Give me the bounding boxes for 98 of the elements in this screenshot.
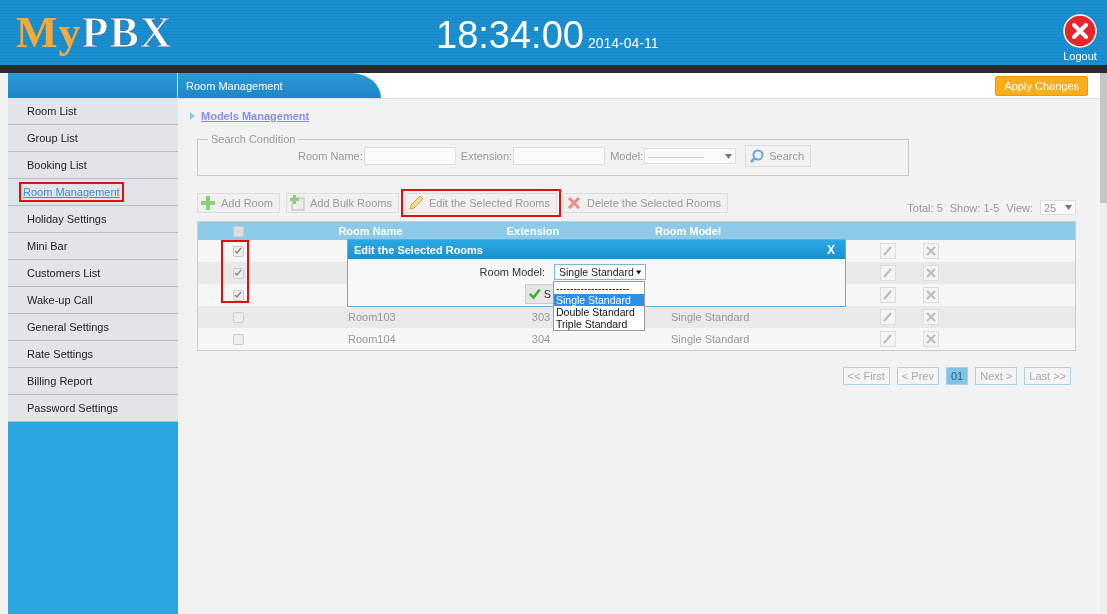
search-legend: Search Condition (208, 133, 299, 145)
logo: MyPBX (16, 7, 173, 58)
page-tab[interactable]: Room Management (178, 73, 381, 98)
sidebar-item-label: Billing Report (26, 374, 94, 389)
toolbar-button[interactable]: Add Bulk Rooms (286, 192, 399, 213)
triangle-icon (190, 112, 195, 120)
document-plus-icon (289, 194, 305, 211)
checkbox[interactable] (232, 289, 244, 301)
toolbar-button[interactable]: Delete the Selected Rooms (563, 192, 728, 213)
sidebar-item-label: Booking List (26, 158, 88, 173)
toolbar-button[interactable]: Add Room (197, 192, 280, 213)
sidebar-item[interactable]: Holiday Settings (8, 206, 178, 233)
pencil-icon[interactable] (880, 287, 896, 303)
field-label: Room Name: (298, 150, 363, 162)
pagination-button[interactable]: < Prev (896, 367, 939, 385)
column-header: Extension (505, 225, 561, 237)
x-icon[interactable] (923, 309, 939, 325)
pencil-icon[interactable] (880, 331, 896, 347)
search-button[interactable]: Search (745, 145, 812, 167)
sidebar-item-label: Group List (26, 131, 79, 146)
sidebar-item-label: Rate Settings (26, 347, 95, 362)
scrollbar[interactable] (1100, 73, 1107, 614)
sidebar-item[interactable]: Booking List (8, 152, 178, 179)
x-icon (566, 194, 582, 211)
close-icon (1063, 13, 1097, 48)
clock-date: 2014-04-11 (587, 35, 659, 51)
pagination-button[interactable]: 01 (945, 367, 969, 385)
sidebar-item[interactable]: Password Settings (8, 395, 178, 422)
pagination-button[interactable]: Last >> (1024, 367, 1071, 385)
sidebar-item[interactable]: Mini Bar (8, 233, 178, 260)
sidebar-item-label: General Settings (26, 320, 110, 335)
checkbox[interactable] (232, 311, 244, 323)
field-label: Room Model: (479, 266, 545, 278)
pencil-icon[interactable] (880, 265, 896, 281)
model-select[interactable]: --------------------- (644, 148, 737, 164)
view-select[interactable]: 25 (1040, 200, 1076, 215)
sidebar-item[interactable]: Wake-up Call (8, 287, 178, 314)
total-count: Total: 5 (907, 201, 943, 214)
caret-icon (1065, 205, 1072, 210)
models-management-link[interactable]: Models Management (201, 110, 310, 122)
pencil-icon (407, 194, 424, 211)
sidebar-item-label: Holiday Settings (26, 212, 108, 227)
close-button[interactable]: X (823, 242, 839, 257)
sidebar-item[interactable]: Customers List (8, 260, 178, 287)
show-range: Show: 1-5 (949, 201, 1000, 214)
column-header: Room Model (654, 225, 722, 237)
sidebar-item-label: Room Management (19, 182, 124, 202)
logout-button[interactable]: Logout (1063, 13, 1097, 62)
scrollbar-thumb[interactable] (1100, 73, 1107, 203)
pencil-icon[interactable] (880, 309, 896, 325)
sidebar-item[interactable]: Billing Report (8, 368, 178, 395)
sidebar-item[interactable]: General Settings (8, 314, 178, 341)
checkmark-icon (529, 288, 541, 300)
save-button[interactable]: S (525, 284, 555, 304)
dropdown-option[interactable]: Triple Standard (554, 318, 644, 330)
sidebar-item[interactable]: Group List (8, 125, 178, 152)
sidebar-item-label: Mini Bar (26, 239, 69, 254)
plus-icon (200, 194, 216, 211)
sidebar-item[interactable]: Room List (8, 98, 178, 125)
checkbox[interactable] (232, 267, 244, 279)
dropdown-option[interactable]: Single Standard (554, 294, 644, 306)
table-cell: 304 (531, 333, 551, 345)
sidebar-item-label: Room List (26, 104, 78, 119)
sidebar-item[interactable]: Room Management (8, 179, 178, 206)
sidebar-item-label: Wake-up Call (26, 293, 94, 308)
sidebar-item-label: Password Settings (26, 401, 120, 416)
clock-time: 18:34:00 (436, 14, 584, 57)
x-icon[interactable] (923, 287, 939, 303)
checkbox[interactable] (232, 245, 244, 257)
checkbox[interactable] (232, 333, 244, 345)
caret-icon (725, 153, 733, 159)
table-cell: Room103 (348, 311, 396, 323)
checkbox[interactable] (232, 225, 244, 237)
table-cell: 303 (531, 311, 551, 323)
pagination-button[interactable]: << First (842, 367, 890, 385)
table-cell: Room104 (348, 333, 396, 345)
dropdown-option[interactable]: Double Standard (554, 306, 644, 318)
x-icon[interactable] (923, 243, 939, 259)
input-field[interactable] (363, 147, 456, 165)
sidebar-item[interactable]: Rate Settings (8, 341, 178, 368)
x-icon[interactable] (923, 265, 939, 281)
apply-changes-button[interactable]: Apply Changes (995, 75, 1088, 96)
input-field[interactable] (513, 147, 606, 165)
x-icon[interactable] (923, 331, 939, 347)
room-model-select[interactable]: Single Standard (554, 264, 646, 280)
pencil-icon[interactable] (880, 243, 896, 259)
search-icon (749, 148, 766, 164)
dialog-title: Edit the Selected Rooms (354, 243, 483, 256)
field-label: Model: (610, 150, 644, 162)
table-cell: Single Standard (671, 311, 750, 323)
view-label: View: (1006, 201, 1033, 214)
column-header: Room Name (337, 225, 404, 237)
caret-icon (635, 269, 641, 275)
pagination-button[interactable]: Next > (975, 367, 1018, 385)
sidebar-item-label: Customers List (26, 266, 102, 281)
dropdown-option[interactable]: --------------------- (554, 282, 644, 294)
field-label: Extension: (460, 150, 513, 162)
table-cell: Single Standard (671, 333, 750, 345)
